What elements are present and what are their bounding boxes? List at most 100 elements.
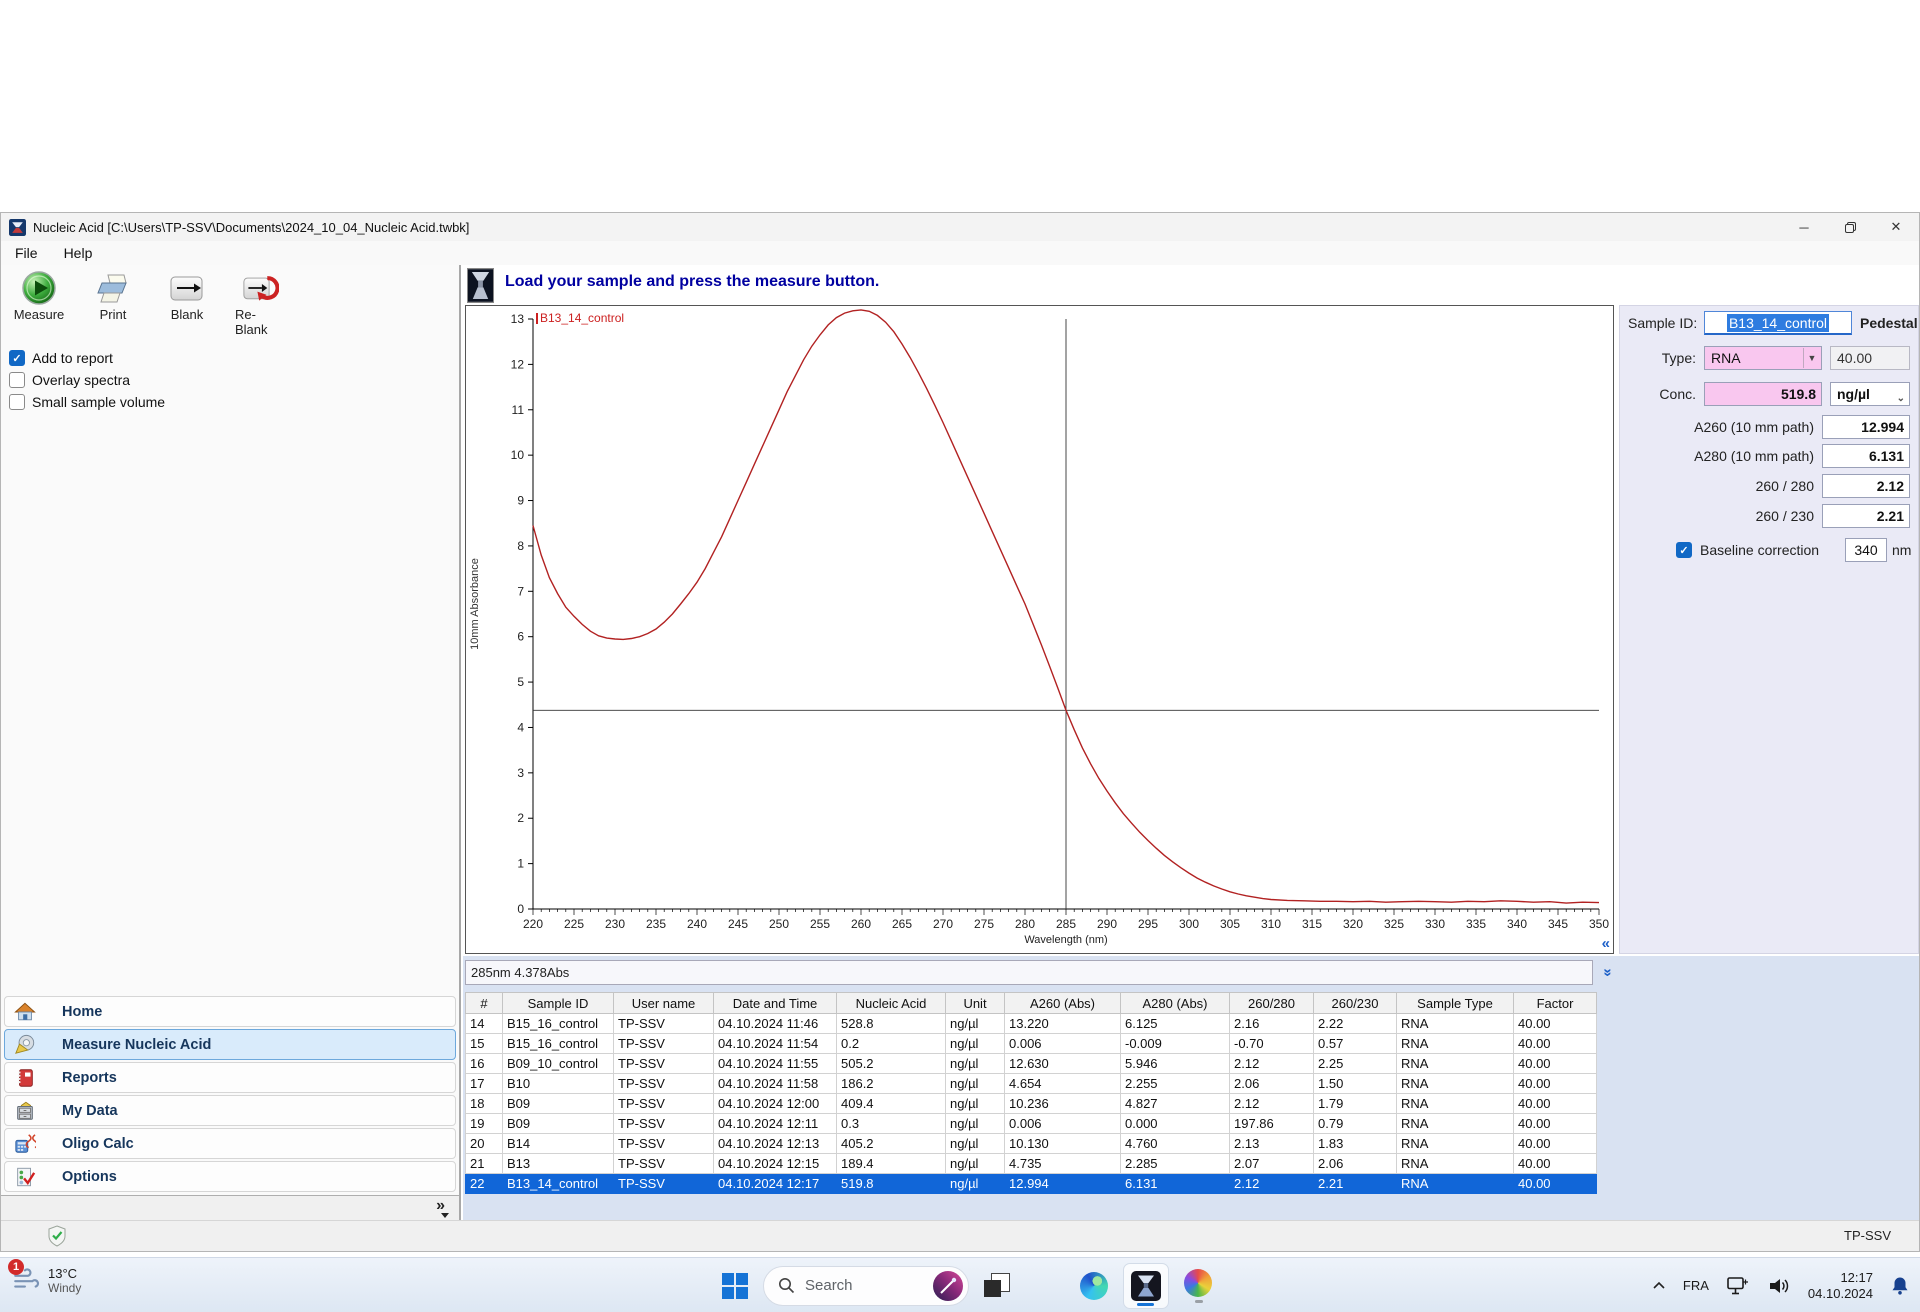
table-cell[interactable]: 04.10.2024 12:00 (713, 1093, 837, 1114)
type-dropdown[interactable]: RNA ▼ (1704, 346, 1822, 370)
table-cell[interactable]: 40.00 (1513, 1053, 1597, 1074)
chart-collapse-button[interactable]: « (1602, 935, 1610, 952)
baseline-wavelength-field[interactable]: 340 (1845, 538, 1887, 562)
spectrum-plot-svg[interactable]: 012345678910111213220 225 230 235 240 245 250 2… (466, 306, 1613, 953)
table-cell[interactable]: 40.00 (1513, 1073, 1597, 1094)
table-cell[interactable]: 2.21 (1313, 1173, 1397, 1194)
table-cell[interactable]: 186.2 (836, 1073, 946, 1094)
table-cell[interactable]: 2.255 (1120, 1073, 1230, 1094)
table-cell[interactable]: 0.006 (1004, 1033, 1121, 1054)
table-cell[interactable]: RNA (1396, 1133, 1514, 1154)
clock[interactable]: 12:17 04.10.2024 (1808, 1270, 1873, 1302)
start-button[interactable] (722, 1272, 748, 1299)
table-cell[interactable]: 04.10.2024 11:46 (713, 1013, 837, 1034)
table-cell[interactable]: 1.50 (1313, 1073, 1397, 1094)
table-cell[interactable]: B15_16_control (502, 1033, 614, 1054)
table-cell[interactable]: 6.125 (1120, 1013, 1230, 1034)
table-cell[interactable]: -0.70 (1229, 1033, 1314, 1054)
table-row[interactable]: 17 B10 TP-SSV 04.10.2024 11:58 186.2 ng/µl 4.6… (465, 1073, 1597, 1094)
unchecked-checkbox-icon[interactable] (9, 394, 25, 410)
table-cell[interactable]: B09 (502, 1113, 614, 1134)
table-cell[interactable]: 40.00 (1513, 1133, 1597, 1154)
table-row[interactable]: 18 B09 TP-SSV 04.10.2024 12:00 409.4 ng/µl 10.… (465, 1093, 1597, 1114)
palette-app-icon[interactable] (1184, 1268, 1214, 1303)
table-cell[interactable]: 2.285 (1120, 1153, 1230, 1174)
table-cell[interactable]: 13.220 (1004, 1013, 1121, 1034)
table-cell[interactable]: 505.2 (836, 1053, 946, 1074)
table-cell[interactable]: TP-SSV (613, 1153, 714, 1174)
conc-unit-dropdown[interactable]: ng/µl ⌄ (1830, 382, 1910, 406)
minimize-button[interactable]: ─ (1781, 213, 1827, 241)
column-header[interactable]: Nucleic Acid (836, 992, 946, 1014)
table-cell[interactable]: TP-SSV (613, 1133, 714, 1154)
table-cell[interactable]: 0.3 (836, 1113, 946, 1134)
chevron-down-icon[interactable]: ⌄ (1897, 388, 1905, 410)
table-cell[interactable]: 2.07 (1229, 1153, 1314, 1174)
table-cell[interactable]: 12.994 (1004, 1173, 1121, 1194)
table-cell[interactable]: 0.2 (836, 1033, 946, 1054)
sidebar-item-home[interactable]: Home (4, 996, 456, 1027)
factor-field[interactable]: 40.00 (1830, 346, 1910, 370)
table-cell[interactable]: 405.2 (836, 1133, 946, 1154)
table-cell[interactable]: 04.10.2024 11:55 (713, 1053, 837, 1074)
table-cell[interactable]: 6.131 (1120, 1173, 1230, 1194)
sidebar-item-measure-nucleic-acid[interactable]: Measure Nucleic Acid (4, 1029, 456, 1060)
table-cell[interactable]: TP-SSV (613, 1093, 714, 1114)
baseline-correction-checkbox[interactable]: ✓ (1676, 542, 1692, 558)
table-cell[interactable]: B14 (502, 1133, 614, 1154)
table-cell[interactable]: 0.57 (1313, 1033, 1397, 1054)
search-highlight-image[interactable] (932, 1270, 964, 1302)
table-row[interactable]: 20 B14 TP-SSV 04.10.2024 12:13 405.2 ng/µl 10.… (465, 1133, 1597, 1154)
table-cell[interactable]: B09 (502, 1093, 614, 1114)
table-cell[interactable]: 15 (465, 1033, 503, 1054)
table-cell[interactable]: ng/µl (945, 1133, 1005, 1154)
conc-field[interactable]: 519.8 (1704, 382, 1822, 406)
table-cell[interactable]: 20 (465, 1133, 503, 1154)
chevron-down-icon[interactable]: ▼ (1803, 348, 1820, 368)
sidebar-collapse-button[interactable]: » (436, 1197, 449, 1218)
table-cell[interactable]: RNA (1396, 1053, 1514, 1074)
table-cell[interactable]: TP-SSV (613, 1053, 714, 1074)
table-cell[interactable]: TP-SSV (613, 1173, 714, 1194)
column-header[interactable]: Factor (1513, 992, 1597, 1014)
table-cell[interactable]: 19 (465, 1113, 503, 1134)
table-cell[interactable]: 16 (465, 1053, 503, 1074)
table-cell[interactable]: RNA (1396, 1013, 1514, 1034)
table-cell[interactable]: 40.00 (1513, 1153, 1597, 1174)
table-cell[interactable]: ng/µl (945, 1013, 1005, 1034)
column-header[interactable]: A280 (Abs) (1120, 992, 1230, 1014)
table-cell[interactable]: 04.10.2024 12:15 (713, 1153, 837, 1174)
task-view-button[interactable] (984, 1272, 1010, 1299)
sidebar-item-oligo-calc[interactable]: Oligo Calc (4, 1128, 456, 1159)
column-header[interactable]: 260/230 (1313, 992, 1397, 1014)
title-bar[interactable]: Nucleic Acid [C:\Users\TP-SSV\Documents\… (1, 213, 1919, 241)
add-to-report-option[interactable]: ✓ Add to report (9, 347, 459, 369)
overlay-spectra-option[interactable]: Overlay spectra (9, 369, 459, 391)
menu-help[interactable]: Help (64, 245, 93, 261)
restore-button[interactable] (1827, 213, 1873, 241)
table-row[interactable]: 15 B15_16_control TP-SSV 04.10.2024 11:54 0.… (465, 1033, 1597, 1054)
volume-icon[interactable] (1767, 1276, 1791, 1296)
table-cell[interactable]: 40.00 (1513, 1013, 1597, 1034)
table-cell[interactable]: 21 (465, 1153, 503, 1174)
table-cell[interactable]: 40.00 (1513, 1113, 1597, 1134)
print-button[interactable]: Print (87, 270, 139, 337)
table-cell[interactable]: 4.654 (1004, 1073, 1121, 1094)
search-box[interactable]: Search (763, 1265, 969, 1306)
table-cell[interactable]: 519.8 (836, 1173, 946, 1194)
table-cell[interactable]: ng/µl (945, 1173, 1005, 1194)
table-cell[interactable]: TP-SSV (613, 1073, 714, 1094)
small-sample-volume-option[interactable]: Small sample volume (9, 391, 459, 413)
table-cell[interactable]: RNA (1396, 1173, 1514, 1194)
table-cell[interactable]: 04.10.2024 12:11 (713, 1113, 837, 1134)
table-cell[interactable]: ng/µl (945, 1033, 1005, 1054)
reblank-button[interactable]: Re-Blank (235, 270, 287, 337)
table-cell[interactable]: 10.236 (1004, 1093, 1121, 1114)
table-cell[interactable]: 22 (465, 1173, 503, 1194)
table-cell[interactable]: 2.16 (1229, 1013, 1314, 1034)
table-cell[interactable]: RNA (1396, 1093, 1514, 1114)
table-cell[interactable]: RNA (1396, 1113, 1514, 1134)
table-cell[interactable]: 2.22 (1313, 1013, 1397, 1034)
table-cell[interactable]: 2.12 (1229, 1093, 1314, 1114)
table-cell[interactable]: 0.79 (1313, 1113, 1397, 1134)
